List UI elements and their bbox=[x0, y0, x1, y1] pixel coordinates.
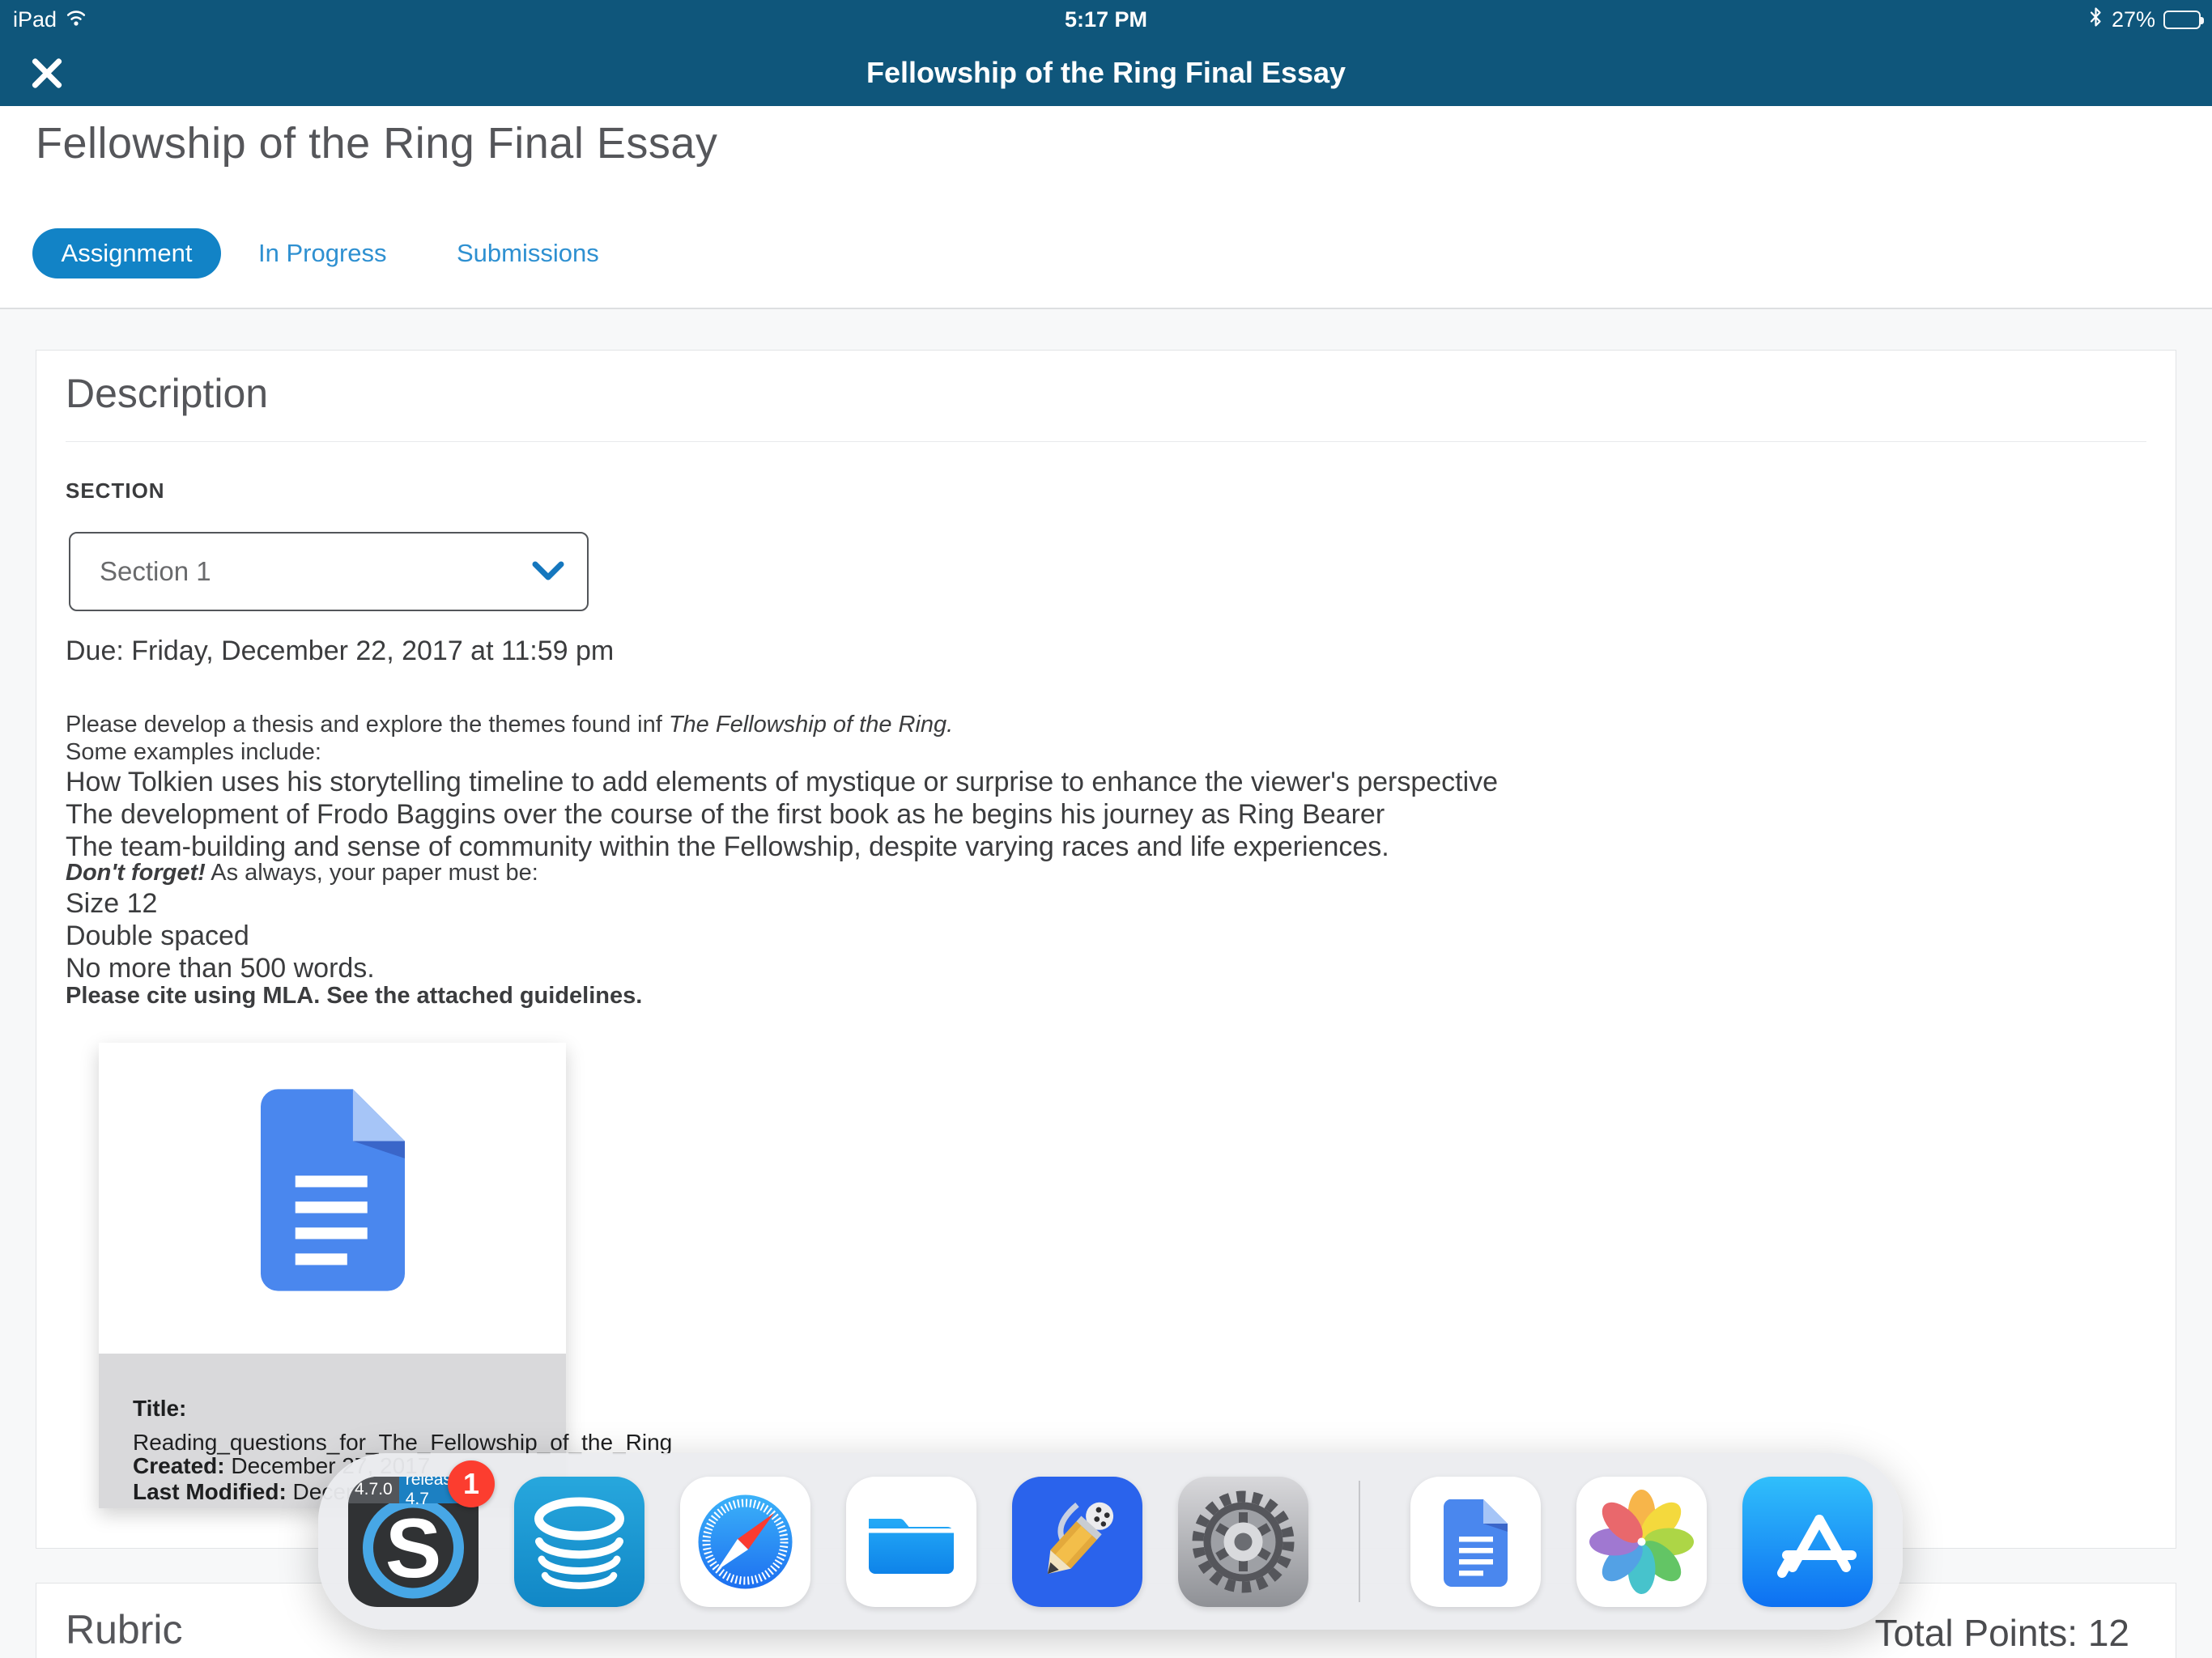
battery-icon bbox=[2163, 11, 2201, 29]
tab-bar: Assignment In Progress Submissions bbox=[0, 228, 2212, 278]
dock-divider bbox=[1359, 1481, 1360, 1602]
description-line: How Tolkien uses his storytelling timeli… bbox=[66, 767, 1498, 798]
google-docs-file-icon bbox=[261, 1077, 405, 1307]
attachment-preview bbox=[99, 1043, 566, 1354]
safari-icon[interactable] bbox=[680, 1477, 810, 1607]
notification-badge: 1 bbox=[448, 1460, 495, 1507]
tab-in-progress[interactable]: In Progress bbox=[258, 228, 387, 278]
section-label: SECTION bbox=[66, 478, 165, 504]
attachment-card[interactable]: Title: Reading_questions_for_The_Fellows… bbox=[99, 1043, 566, 1508]
nav-bar: Fellowship of the Ring Final Essay bbox=[0, 39, 2212, 106]
schoology-app-icon[interactable]: S 4.7.0 release 4.7 1 bbox=[348, 1477, 479, 1607]
section-dropdown[interactable]: Section 1 bbox=[69, 532, 589, 611]
files-icon[interactable] bbox=[846, 1477, 976, 1607]
description-line: Size 12 bbox=[66, 888, 157, 920]
tab-assignment[interactable]: Assignment bbox=[32, 228, 221, 278]
bluetooth-icon bbox=[2088, 6, 2104, 34]
screen: iPad 5:17 PM 27% Fellowship of bbox=[0, 0, 2212, 1658]
settings-icon[interactable] bbox=[1178, 1477, 1308, 1607]
due-date: Due: Friday, December 22, 2017 at 11:59 … bbox=[66, 636, 614, 667]
tab-submissions[interactable]: Submissions bbox=[457, 228, 599, 278]
app-store-icon[interactable] bbox=[1742, 1477, 1873, 1607]
description-line: The team-building and sense of community… bbox=[66, 831, 1389, 863]
google-docs-icon[interactable] bbox=[1410, 1477, 1541, 1607]
section-dropdown-value: Section 1 bbox=[100, 534, 211, 610]
attachment-title-value: Reading_questions_for_The_Fellowship_of_… bbox=[133, 1430, 672, 1456]
heading-divider bbox=[66, 441, 2146, 442]
total-points: Total Points: 12 bbox=[1874, 1611, 2129, 1655]
rubric-heading: Rubric bbox=[66, 1606, 182, 1653]
attachment-title-label: Title: bbox=[133, 1396, 186, 1422]
chevron-down-icon bbox=[532, 561, 564, 586]
description-line: No more than 500 words. bbox=[66, 953, 375, 984]
page-title: Fellowship of the Ring Final Essay bbox=[36, 118, 717, 168]
nav-title: Fellowship of the Ring Final Essay bbox=[0, 39, 2212, 106]
description-line: Don't forget! As always, your paper must… bbox=[66, 860, 538, 886]
dock: S 4.7.0 release 4.7 1 bbox=[318, 1453, 1903, 1630]
description-line: Some examples include: bbox=[66, 739, 321, 766]
description-line: Please cite using MLA. See the attached … bbox=[66, 983, 642, 1010]
battery-percent: 27% bbox=[2112, 7, 2155, 32]
notability-icon[interactable] bbox=[1012, 1477, 1142, 1607]
status-time: 5:17 PM bbox=[0, 0, 2212, 39]
description-card: Description SECTION Section 1 Due: Frida… bbox=[36, 350, 2176, 1549]
description-line: The development of Frodo Baggins over th… bbox=[66, 799, 1385, 831]
description-line: Double spaced bbox=[66, 920, 249, 952]
rings-app-icon[interactable] bbox=[514, 1477, 644, 1607]
photos-icon[interactable] bbox=[1576, 1477, 1707, 1607]
description-heading: Description bbox=[66, 370, 268, 417]
description-line: Please develop a thesis and explore the … bbox=[66, 712, 953, 738]
close-icon[interactable] bbox=[29, 55, 65, 91]
svg-text:S: S bbox=[385, 1502, 441, 1596]
status-bar: iPad 5:17 PM 27% bbox=[0, 0, 2212, 39]
